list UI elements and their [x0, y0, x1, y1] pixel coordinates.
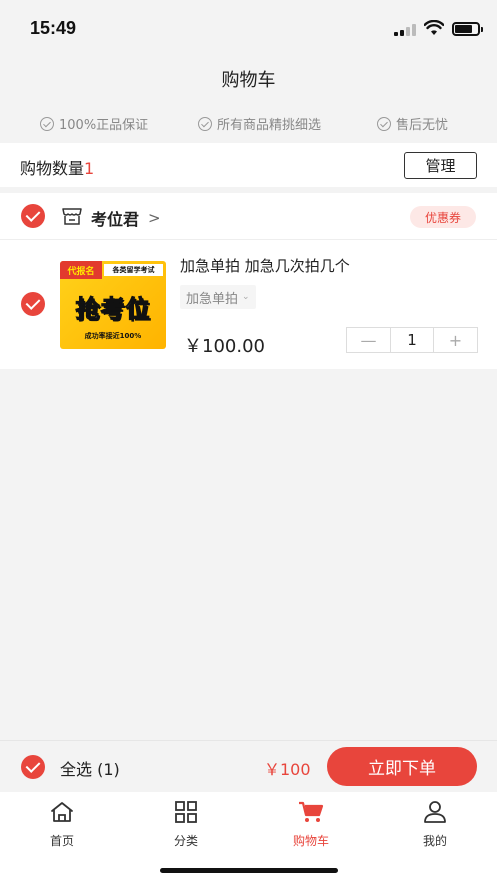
page-title: 购物车: [221, 70, 276, 91]
shop-select-checkbox[interactable]: [21, 204, 45, 228]
status-bar: 15:49: [0, 0, 497, 58]
coupon-button[interactable]: 优惠券: [410, 206, 476, 228]
cart-count-label: 购物数量: [20, 159, 85, 178]
guarantee-item: 所有商品精挑细选: [198, 114, 321, 133]
tab-mine[interactable]: 我的: [395, 800, 475, 849]
tab-label: 我的: [422, 834, 447, 848]
product-price: ￥100.00: [184, 336, 265, 357]
tab-home[interactable]: 首页: [22, 800, 102, 849]
select-all-checkbox[interactable]: [21, 755, 45, 779]
variant-label: 加急单拍: [186, 291, 239, 307]
product-title[interactable]: 加急单拍 加急几次拍几个: [180, 255, 350, 276]
grid-icon: [175, 801, 197, 823]
product-image-tag: 代报名: [60, 261, 102, 279]
quantity-value[interactable]: 1: [390, 328, 434, 352]
total-price: ￥100: [264, 760, 311, 779]
product-image-headline: 抢考位: [75, 295, 151, 324]
guarantee-label: 所有商品精挑细选: [217, 118, 322, 133]
wifi-icon: [424, 20, 444, 35]
guarantee-label: 售后无忧: [396, 118, 449, 133]
product-image-subtitle: 各类留学考试: [104, 264, 163, 276]
tab-label: 分类: [173, 834, 198, 848]
cellular-signal-icon: [394, 24, 416, 36]
cart-icon: [299, 801, 324, 822]
chevron-right-icon[interactable]: >: [148, 209, 161, 227]
select-all-label[interactable]: 全选 (1): [60, 756, 120, 780]
guarantee-item: 100%正品保证: [40, 114, 148, 133]
cart-count-bar: 购物数量1 管理: [0, 143, 497, 187]
check-circle-icon: [198, 116, 212, 131]
guarantee-label: 100%正品保证: [59, 118, 149, 133]
product-image-footer: 成功率接近100%: [84, 332, 142, 340]
manage-button[interactable]: 管理: [404, 152, 477, 179]
store-icon: [62, 208, 82, 225]
guarantee-strip: 100%正品保证 所有商品精挑细选 售后无忧: [0, 110, 497, 138]
place-order-button[interactable]: 立即下单: [327, 747, 477, 786]
quantity-stepper: — 1 +: [346, 327, 478, 353]
user-icon: [424, 801, 446, 823]
product-image-banner: 代报名 各类留学考试: [60, 261, 166, 279]
increase-button[interactable]: +: [434, 328, 477, 352]
guarantee-item: 售后无忧: [377, 114, 448, 133]
item-select-checkbox[interactable]: [21, 292, 45, 316]
cart-count: 购物数量1: [20, 155, 94, 179]
check-circle-icon: [40, 116, 54, 131]
home-icon: [51, 802, 73, 822]
tab-label: 首页: [49, 834, 74, 848]
tab-category[interactable]: 分类: [146, 800, 226, 849]
shop-card: 考位君 > 优惠券 代报名 各类留学考试 抢考位 成功率接近100% 加急单拍 …: [0, 193, 497, 369]
status-time: 15:49: [30, 18, 77, 38]
home-indicator: [160, 868, 338, 873]
battery-icon: [452, 22, 483, 36]
chevron-down-icon: ⌄: [242, 292, 250, 302]
decrease-button[interactable]: —: [347, 328, 390, 352]
shop-name[interactable]: 考位君: [91, 206, 139, 230]
shop-header: 考位君 > 优惠券: [0, 193, 497, 240]
product-image[interactable]: 代报名 各类留学考试 抢考位 成功率接近100%: [60, 261, 166, 349]
checkout-bar: 全选 (1) ￥100 立即下单: [0, 740, 497, 792]
check-circle-icon: [377, 116, 391, 131]
cart-count-number: 1: [84, 159, 95, 178]
variant-selector[interactable]: 加急单拍 ⌄: [180, 285, 256, 309]
tab-cart[interactable]: 购物车: [271, 800, 351, 849]
tab-label: 购物车: [292, 834, 329, 848]
